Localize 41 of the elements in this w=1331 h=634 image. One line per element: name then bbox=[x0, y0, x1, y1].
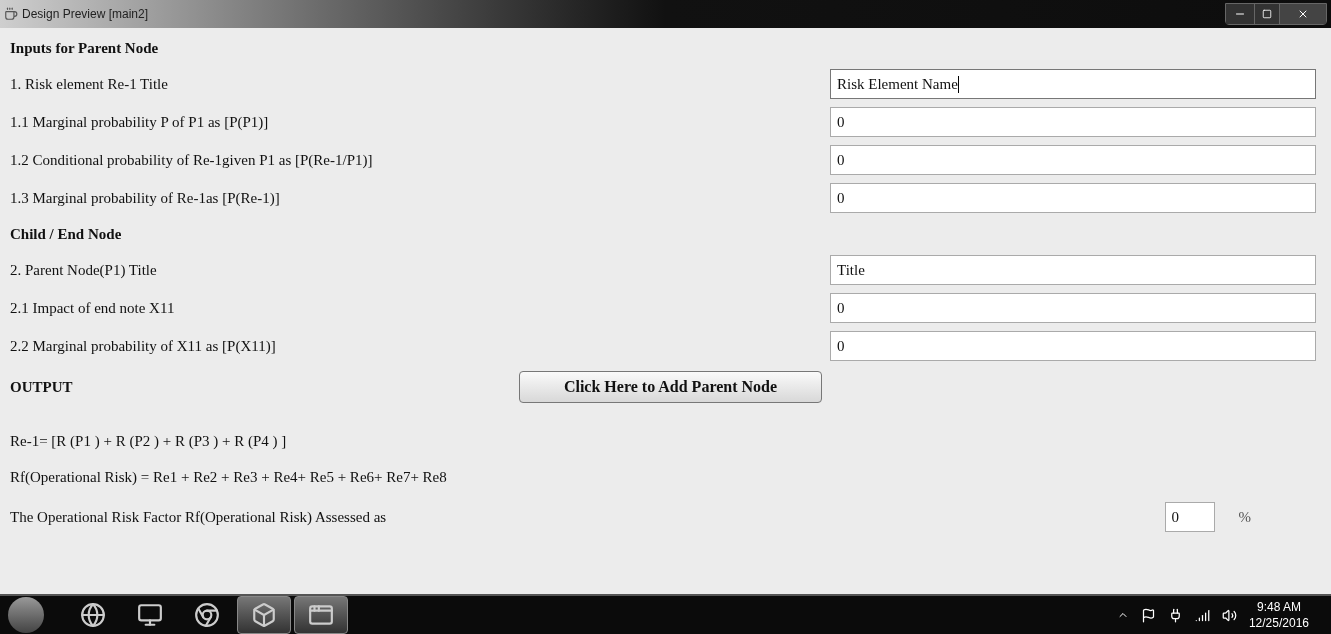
flag-icon[interactable] bbox=[1140, 607, 1156, 623]
clock[interactable]: 9:48 AM 12/25/2016 bbox=[1248, 599, 1309, 631]
input-field[interactable]: 0 bbox=[830, 293, 1316, 323]
output-heading: OUTPUT bbox=[10, 377, 74, 397]
close-icon bbox=[1297, 8, 1309, 20]
field-label: 2.1 Impact of end note X11 bbox=[10, 298, 175, 318]
minimize-button[interactable] bbox=[1226, 4, 1254, 24]
monitor-icon bbox=[137, 602, 163, 628]
input-field[interactable]: 0 bbox=[830, 331, 1316, 361]
input-field[interactable]: Title bbox=[830, 255, 1316, 285]
coffee-cup-icon bbox=[4, 7, 18, 21]
maximize-icon bbox=[1262, 9, 1272, 19]
cube-icon bbox=[251, 602, 277, 628]
result-field[interactable]: 0 bbox=[1164, 502, 1215, 532]
input-field[interactable]: 0 bbox=[830, 107, 1316, 137]
window-icon bbox=[308, 602, 334, 628]
taskbar-app-button[interactable] bbox=[237, 596, 291, 634]
globe-icon bbox=[80, 602, 106, 628]
result-label: The Operational Risk Factor Rf(Operational Risk) Assessed as bbox=[10, 507, 388, 527]
field-label: 1.1 Marginal probability P of P1 as [P(P1)] bbox=[10, 112, 269, 132]
formula-text: Rf(Operational Risk) = Re1 + Re2 + Re3 + Re4+ Re5 + Re6+ Re7+ Re8 bbox=[10, 467, 447, 487]
taskbar-app-button[interactable] bbox=[294, 596, 348, 634]
input-field[interactable]: 0 bbox=[830, 183, 1316, 213]
input-field[interactable]: Risk Element Name bbox=[830, 69, 1316, 99]
formula-text: Re-1= [R (P1 ) + R (P2 ) + R (P3 ) + R (P4 ) ] bbox=[10, 431, 287, 451]
start-button[interactable] bbox=[8, 597, 44, 633]
field-label: 1.2 Conditional probability of Re-1given P1 as [P(Re-1/P1)] bbox=[10, 150, 373, 170]
section-heading: Child / End Node bbox=[10, 224, 122, 244]
percent-unit: % bbox=[1238, 507, 1251, 527]
section-heading: Inputs for Parent Node bbox=[10, 38, 159, 58]
speaker-icon[interactable] bbox=[1221, 607, 1237, 623]
signal-icon[interactable] bbox=[1194, 607, 1210, 623]
maximize-button[interactable] bbox=[1254, 4, 1280, 24]
circle-app-icon bbox=[194, 602, 220, 628]
input-field[interactable]: 0 bbox=[830, 145, 1316, 175]
field-label: 2.2 Marginal probability of X11 as [P(X11)] bbox=[10, 336, 276, 356]
field-label: 2. Parent Node(P1) Title bbox=[10, 260, 157, 280]
add-parent-node-button[interactable]: Click Here to Add Parent Node bbox=[519, 371, 822, 403]
field-label: 1.3 Marginal probability of Re-1as [P(Re-1)] bbox=[10, 188, 280, 208]
field-label: 1. Risk element Re-1 Title bbox=[10, 74, 168, 94]
window-title: Design Preview [main2] bbox=[22, 6, 149, 23]
